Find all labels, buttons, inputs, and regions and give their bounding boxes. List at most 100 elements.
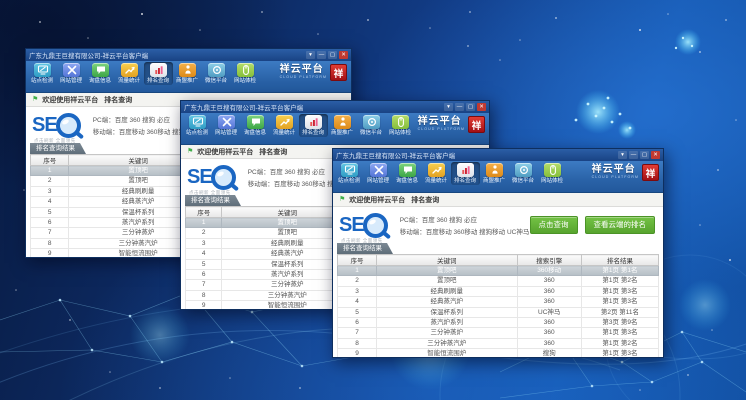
magnifier-icon xyxy=(363,213,388,238)
toolbar: 站点检测网站管理询盘信息流量统计排名查询商盟推广微信平台网站体检 祥云平台 CL… xyxy=(333,161,663,193)
table-cell: 360移动 xyxy=(517,266,581,276)
brand-seal-icon: 祥 xyxy=(642,164,659,181)
skin-button[interactable]: ▾ xyxy=(618,151,627,159)
toolbar-item-4[interactable]: 流量统计 xyxy=(115,62,144,85)
skin-button[interactable]: ▾ xyxy=(306,51,315,59)
close-button[interactable]: ✕ xyxy=(339,51,348,59)
seo-slogan: 点击刷新 全面领先 xyxy=(341,238,383,244)
toolbar-item-5[interactable]: 排名查询 xyxy=(451,162,480,185)
table-cell: 智能恒流围炉 xyxy=(377,349,517,358)
table-row[interactable]: 7三分钟蒸炉360第1页 第3名 xyxy=(338,328,659,338)
table-cell: 360 xyxy=(517,297,581,307)
table-cell: 8 xyxy=(338,338,377,348)
close-button[interactable]: ✕ xyxy=(651,151,660,159)
toolbar-item-7[interactable]: 微信平台 xyxy=(357,114,386,137)
table-row[interactable]: 3经典刷刷量360第1页 第3名 xyxy=(338,286,659,296)
toolbar-item-label: 商盟推广 xyxy=(483,177,505,184)
table-cell: 搜狗 xyxy=(517,349,581,358)
inquiry-chat-icon xyxy=(399,163,416,177)
toolbar-item-5[interactable]: 排名查询 xyxy=(144,62,173,85)
toolbar-item-1[interactable]: 站点检测 xyxy=(335,162,364,185)
view-cloud-rank-button[interactable]: 查看云端的排名 xyxy=(585,216,656,235)
table-cell: 4 xyxy=(31,197,69,207)
toolbar-item-label: 排名查询 xyxy=(454,177,476,184)
engine-support-lines: PC端：百度 360 搜狗 必应 移动端：百度移动 360移动 搜狗移动 UC神… xyxy=(400,214,530,236)
toolbar-item-3[interactable]: 询盘信息 xyxy=(241,114,270,137)
table-row[interactable]: 5保温杯系列UC神马第2页 第11名 xyxy=(338,307,659,317)
table-cell: 3 xyxy=(186,238,222,248)
toolbar-item-6[interactable]: 商盟推广 xyxy=(173,62,202,85)
table-row[interactable]: 1置顶吧360移动第1页 第1名 xyxy=(338,266,659,276)
welcome-text: 欢迎使用祥云平台 xyxy=(349,195,405,205)
minimize-button[interactable]: — xyxy=(455,103,464,111)
column-header: 序号 xyxy=(338,255,377,266)
maximize-button[interactable]: ▢ xyxy=(466,103,475,111)
skin-button[interactable]: ▾ xyxy=(444,103,453,111)
table-cell: 第1页 第3名 xyxy=(581,328,658,338)
seo-logo: SE 点击刷新 全面领先 xyxy=(187,165,236,190)
toolbar-item-2[interactable]: 网站管理 xyxy=(364,162,393,185)
seo-header-row: SE 点击刷新 全面领先 PC端：百度 360 搜狗 必应 移动端：百度移动 3… xyxy=(337,207,659,243)
toolbar-item-1[interactable]: 站点检测 xyxy=(28,62,57,85)
table-row[interactable]: 8三分钟蒸汽炉360第1页 第2名 xyxy=(338,338,659,348)
toolbar: 站点检测网站管理询盘信息流量统计排名查询商盟推广微信平台网站体检 祥云平台 CL… xyxy=(26,61,351,93)
table-cell: 蒸汽炉系列 xyxy=(377,318,517,328)
table-cell: 7 xyxy=(338,328,377,338)
table-cell: 3 xyxy=(31,186,69,196)
table-cell: 7 xyxy=(186,280,222,290)
promotion-podium-icon xyxy=(334,115,351,129)
toolbar-item-3[interactable]: 询盘信息 xyxy=(86,62,115,85)
minimize-button[interactable]: — xyxy=(629,151,638,159)
notice-bar: ⚑ 欢迎使用祥云平台 排名查询 xyxy=(333,193,663,207)
table-row[interactable]: 9智能恒流围炉搜狗第1页 第3名 xyxy=(338,349,659,358)
table-cell: 置顶吧 xyxy=(377,266,517,276)
column-header: 排名结果 xyxy=(581,255,658,266)
seo-slogan: 点击刷新 全面领先 xyxy=(189,190,231,196)
brand-name: 祥云平台 xyxy=(418,117,465,127)
brand-text: 祥云平台 CLOUD PLATFORM xyxy=(418,117,465,132)
toolbar-item-6[interactable]: 商盟推广 xyxy=(480,162,509,185)
promotion-podium-icon xyxy=(179,63,196,77)
toolbar-item-5[interactable]: 排名查询 xyxy=(299,114,328,137)
toolbar-item-4[interactable]: 流量统计 xyxy=(270,114,299,137)
query-button[interactable]: 点击查询 xyxy=(530,216,578,235)
toolbar-item-2[interactable]: 网站管理 xyxy=(57,62,86,85)
titlebar[interactable]: 广东九鼎王巨搜有限公司-祥云平台客户端 ▾—▢✕ xyxy=(26,49,351,61)
toolbar: 站点检测网站管理询盘信息流量统计排名查询商盟推广微信平台网站体检 祥云平台 CL… xyxy=(181,113,489,145)
window-controls: ▾—▢✕ xyxy=(444,103,486,111)
toolbar-item-8[interactable]: 网站体检 xyxy=(386,114,415,137)
close-button[interactable]: ✕ xyxy=(477,103,486,111)
results-tab[interactable]: 排名查询结果 xyxy=(185,195,241,206)
toolbar-item-7[interactable]: 微信平台 xyxy=(202,62,231,85)
toolbar-item-2[interactable]: 网站管理 xyxy=(212,114,241,137)
titlebar[interactable]: 广东九鼎王巨搜有限公司-祥云平台客户端 ▾—▢✕ xyxy=(181,101,489,113)
toolbar-item-label: 网站管理 xyxy=(60,77,82,84)
table-cell: 经典刷刷量 xyxy=(377,286,517,296)
maximize-button[interactable]: ▢ xyxy=(640,151,649,159)
minimize-button[interactable]: — xyxy=(317,51,326,59)
toolbar-item-7[interactable]: 微信平台 xyxy=(509,162,538,185)
inquiry-chat-icon xyxy=(247,115,264,129)
toolbar-item-8[interactable]: 网站体检 xyxy=(538,162,567,185)
table-row[interactable]: 6蒸汽炉系列360第3页 第9名 xyxy=(338,318,659,328)
table-cell: 6 xyxy=(338,318,377,328)
maximize-button[interactable]: ▢ xyxy=(328,51,337,59)
table-row[interactable]: 2置顶吧360第1页 第2名 xyxy=(338,276,659,286)
toolbar-item-1[interactable]: 站点检测 xyxy=(183,114,212,137)
table-row[interactable]: 4经典蒸汽炉360第1页 第3名 xyxy=(338,297,659,307)
toolbar-item-4[interactable]: 流量统计 xyxy=(422,162,451,185)
toolbar-item-6[interactable]: 商盟推广 xyxy=(328,114,357,137)
table-cell: 1 xyxy=(31,166,69,176)
results-tab[interactable]: 排名查询结果 xyxy=(337,243,393,254)
results-tab[interactable]: 排名查询结果 xyxy=(30,143,86,154)
titlebar[interactable]: 广东九鼎王巨搜有限公司-祥云平台客户端 ▾—▢✕ xyxy=(333,149,663,161)
inquiry-chat-icon xyxy=(92,63,109,77)
table-cell: 360 xyxy=(517,328,581,338)
table-cell: 3 xyxy=(338,286,377,296)
section-title: 排名查询 xyxy=(411,195,439,205)
section-title: 排名查询 xyxy=(259,147,287,157)
toolbar-item-3[interactable]: 询盘信息 xyxy=(393,162,422,185)
toolbar-item-label: 网站管理 xyxy=(367,177,389,184)
toolbar-items: 站点检测网站管理询盘信息流量统计排名查询商盟推广微信平台网站体检 xyxy=(183,114,415,137)
toolbar-item-8[interactable]: 网站体检 xyxy=(231,62,260,85)
